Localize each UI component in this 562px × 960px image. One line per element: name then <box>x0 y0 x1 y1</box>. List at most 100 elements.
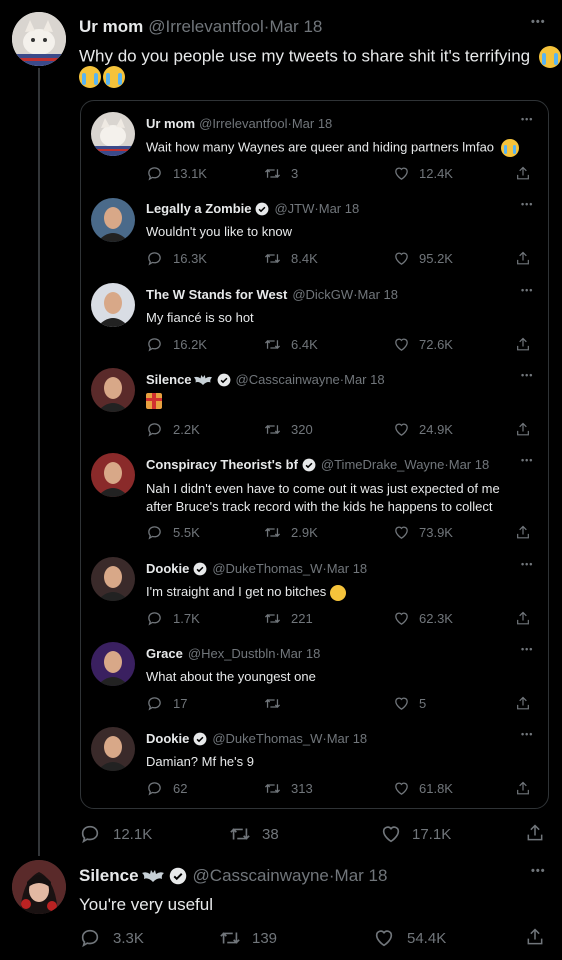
share-button[interactable] <box>515 695 531 712</box>
like-button[interactable]: 72.6K <box>393 336 453 353</box>
user-handle[interactable]: @DukeThomas_W <box>212 561 322 576</box>
sob-emoji-icon <box>500 139 519 157</box>
avatar[interactable] <box>91 453 135 497</box>
share-icon <box>517 696 529 710</box>
reply-button[interactable]: 13.1K <box>146 165 207 182</box>
tweet-date[interactable]: Mar 18 <box>449 457 489 472</box>
retweet-button[interactable]: 8.4K <box>263 250 318 267</box>
more-options-icon[interactable]: ••• <box>521 114 533 124</box>
display-name[interactable]: Legally a Zombie <box>146 201 251 216</box>
more-options-icon[interactable]: ••• <box>521 644 533 654</box>
display-name[interactable]: Dookie <box>146 561 189 576</box>
display-name[interactable]: Grace <box>146 646 183 661</box>
avatar[interactable] <box>91 642 135 686</box>
share-button[interactable] <box>525 926 545 948</box>
retweet-button[interactable]: 3 <box>263 165 298 182</box>
like-button[interactable]: 61.8K <box>393 780 453 797</box>
share-button[interactable] <box>515 336 531 353</box>
reply-button[interactable]: 16.2K <box>146 336 207 353</box>
like-button[interactable]: 73.9K <box>393 524 453 541</box>
display-name[interactable]: Silence <box>146 372 192 387</box>
share-button[interactable] <box>515 780 531 797</box>
more-options-icon[interactable]: ••• <box>521 559 533 569</box>
more-options-icon[interactable]: ••• <box>521 285 533 295</box>
tweet-date[interactable]: Mar 18 <box>335 866 388 886</box>
reply-count: 5.5K <box>173 525 200 540</box>
reply-button[interactable]: 62 <box>146 780 187 797</box>
user-handle[interactable]: @Irrelevantfool <box>199 116 287 131</box>
avatar[interactable] <box>12 860 66 914</box>
tweet-date[interactable]: Mar 18 <box>358 287 398 302</box>
share-button[interactable] <box>515 250 531 267</box>
tweet-date[interactable]: Mar 18 <box>344 372 384 387</box>
tweet-text-line-2: after Bruce's track record with the kids… <box>146 499 493 514</box>
like-button[interactable]: 17.1K <box>380 823 451 845</box>
reply-button[interactable]: 2.2K <box>146 421 200 438</box>
more-options-icon[interactable]: ••• <box>521 455 533 465</box>
reply-button[interactable]: 17 <box>146 695 187 712</box>
reply-button[interactable]: 1.7K <box>146 610 200 627</box>
avatar[interactable] <box>91 198 135 242</box>
tweet-date[interactable]: Mar 18 <box>269 17 322 37</box>
reply-button[interactable]: 3.3K <box>79 927 144 949</box>
tweet-text: What about the youngest one <box>146 669 316 684</box>
like-button[interactable]: 12.4K <box>393 165 453 182</box>
retweet-button[interactable]: 38 <box>228 823 279 845</box>
display-name[interactable]: Conspiracy Theorist's bf <box>146 457 298 472</box>
more-options-icon[interactable]: ••• <box>531 865 546 877</box>
display-name[interactable]: Ur mom <box>146 116 195 131</box>
tweet-text: I'm straight and I get no bitches <box>146 584 347 601</box>
avatar[interactable] <box>91 557 135 601</box>
reply-button[interactable]: 16.3K <box>146 250 207 267</box>
retweet-button[interactable]: 139 <box>218 927 277 949</box>
retweet-button[interactable]: 6.4K <box>263 336 318 353</box>
like-button[interactable]: 24.9K <box>393 421 453 438</box>
user-handle[interactable]: @Irrelevantfool <box>148 17 264 37</box>
tweet-text: You're very useful <box>79 895 213 914</box>
user-handle[interactable]: @DickGW <box>292 287 353 302</box>
share-icon <box>517 611 529 625</box>
display-name[interactable]: The W Stands for West <box>146 287 287 302</box>
tweet-text: Nah I didn't even have to come out it wa… <box>146 481 500 496</box>
user-handle[interactable]: @TimeDrake_Wayne <box>321 457 445 472</box>
avatar[interactable] <box>91 727 135 771</box>
tweet-date[interactable]: Mar 18 <box>292 116 332 131</box>
avatar[interactable] <box>91 368 135 412</box>
share-button[interactable] <box>515 421 531 438</box>
display-name[interactable]: Dookie <box>146 731 189 746</box>
more-options-icon[interactable]: ••• <box>521 370 533 380</box>
avatar[interactable] <box>91 283 135 327</box>
tweet-date[interactable]: Mar 18 <box>280 646 320 661</box>
reply-button[interactable]: 12.1K <box>79 823 152 845</box>
like-button[interactable]: 95.2K <box>393 250 453 267</box>
share-button[interactable] <box>515 165 531 182</box>
more-options-icon[interactable]: ••• <box>531 16 546 28</box>
share-button[interactable] <box>525 822 545 844</box>
avatar[interactable] <box>12 12 66 66</box>
retweet-button[interactable]: 2.9K <box>263 524 318 541</box>
like-button[interactable]: 62.3K <box>393 610 453 627</box>
user-handle[interactable]: @JTW <box>274 201 314 216</box>
more-options-icon[interactable]: ••• <box>521 729 533 739</box>
user-handle[interactable]: @Hex_Dustbln <box>188 646 276 661</box>
retweet-button[interactable]: 221 <box>263 610 313 627</box>
user-handle[interactable]: @Casscainwayne <box>193 866 329 886</box>
like-button[interactable]: 54.4K <box>373 927 446 949</box>
display-name[interactable]: Silence <box>79 866 139 886</box>
retweet-button[interactable]: 313 <box>263 780 313 797</box>
tweet-date[interactable]: Mar 18 <box>327 561 367 576</box>
retweet-button[interactable] <box>263 695 291 712</box>
tweet-date[interactable]: Mar 18 <box>319 201 359 216</box>
more-options-icon[interactable]: ••• <box>521 199 533 209</box>
retweet-button[interactable]: 320 <box>263 421 313 438</box>
reply-button[interactable]: 5.5K <box>146 524 200 541</box>
avatar[interactable] <box>91 112 135 156</box>
share-button[interactable] <box>515 524 531 541</box>
like-button[interactable]: 5 <box>393 695 426 712</box>
user-handle[interactable]: @DukeThomas_W <box>212 731 322 746</box>
tweet-date[interactable]: Mar 18 <box>327 731 367 746</box>
share-button[interactable] <box>515 610 531 627</box>
share-icon <box>517 781 529 795</box>
user-handle[interactable]: @Casscainwayne <box>236 372 340 387</box>
display-name[interactable]: Ur mom <box>79 17 143 37</box>
